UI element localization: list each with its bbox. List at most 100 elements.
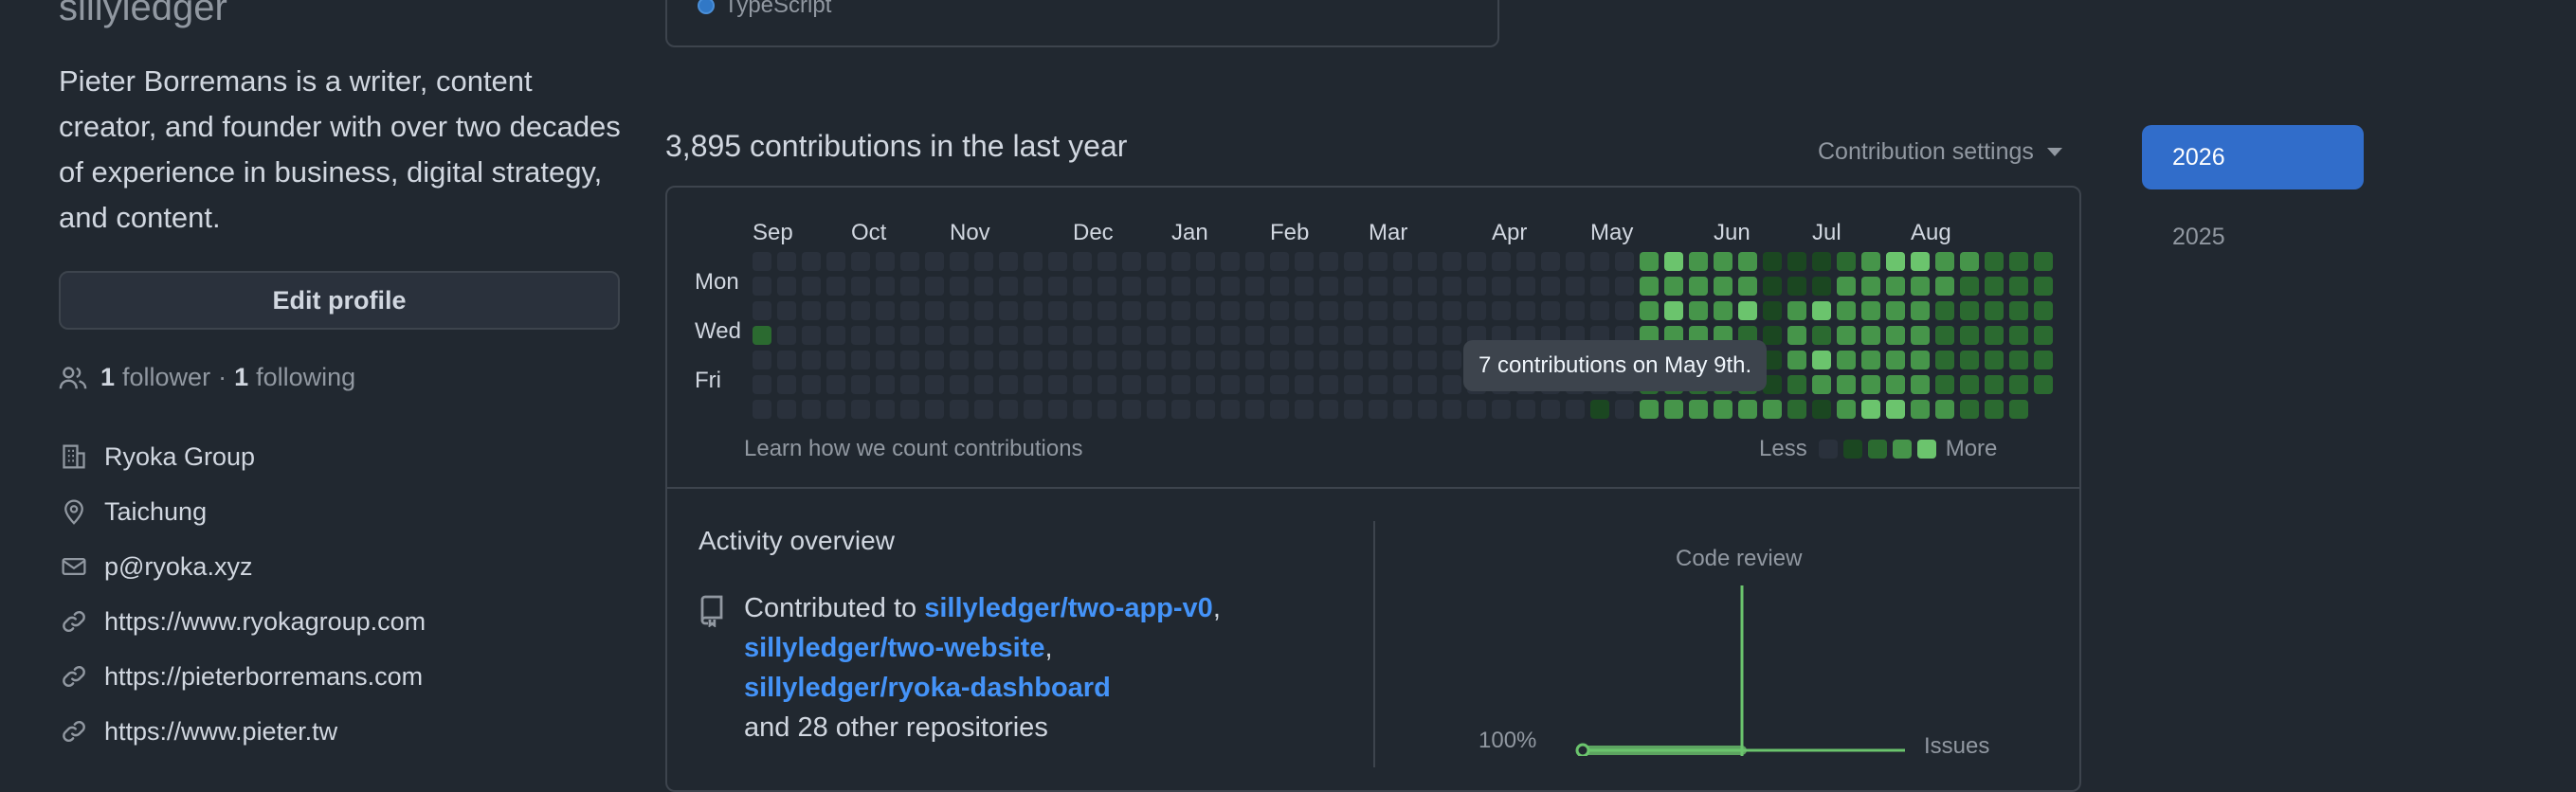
contribution-day-cell[interactable] — [1270, 277, 1289, 296]
contribution-day-cell[interactable] — [1861, 301, 1880, 320]
contribution-day-cell[interactable] — [1319, 277, 1338, 296]
contribution-day-cell[interactable] — [1886, 375, 1905, 394]
contribution-day-cell[interactable] — [1024, 252, 1043, 271]
contribution-day-cell[interactable] — [1295, 326, 1314, 345]
contribution-day-cell[interactable] — [802, 326, 821, 345]
contribution-day-cell[interactable] — [1295, 277, 1314, 296]
contribution-day-cell[interactable] — [974, 375, 993, 394]
contribution-day-cell[interactable] — [851, 351, 870, 369]
contribution-day-cell[interactable] — [2009, 252, 2028, 271]
contribution-day-cell[interactable] — [1615, 400, 1634, 419]
contribution-day-cell[interactable] — [851, 252, 870, 271]
contribution-day-cell[interactable] — [1467, 400, 1486, 419]
contribution-day-cell[interactable] — [1369, 301, 1388, 320]
contribution-day-cell[interactable] — [1098, 301, 1116, 320]
contribution-day-cell[interactable] — [1664, 301, 1683, 320]
contribution-day-cell[interactable] — [1689, 400, 1708, 419]
contribution-day-cell[interactable] — [2034, 375, 2053, 394]
contribution-day-cell[interactable] — [1048, 277, 1067, 296]
contribution-day-cell[interactable] — [1985, 301, 2004, 320]
contribution-day-cell[interactable] — [1615, 301, 1634, 320]
contribution-day-cell[interactable] — [1763, 301, 1782, 320]
contribution-day-cell[interactable] — [1541, 277, 1560, 296]
contribution-day-cell[interactable] — [1492, 400, 1511, 419]
contribution-day-cell[interactable] — [876, 277, 895, 296]
contribution-day-cell[interactable] — [1640, 301, 1659, 320]
contribution-day-cell[interactable] — [950, 301, 969, 320]
email-link[interactable]: p@ryoka.xyz — [104, 552, 252, 582]
contribution-day-cell[interactable] — [1664, 277, 1683, 296]
contribution-day-cell[interactable] — [1738, 400, 1757, 419]
contribution-day-cell[interactable] — [1122, 351, 1141, 369]
contribution-day-cell[interactable] — [974, 400, 993, 419]
contribution-day-cell[interactable] — [999, 252, 1018, 271]
contribution-day-cell[interactable] — [1171, 252, 1190, 271]
contribution-day-cell[interactable] — [1369, 252, 1388, 271]
following-count[interactable]: 1 — [234, 363, 248, 392]
contribution-day-cell[interactable] — [851, 277, 870, 296]
contribution-day-cell[interactable] — [1763, 277, 1782, 296]
contribution-day-cell[interactable] — [1245, 351, 1264, 369]
contribution-day-cell[interactable] — [802, 351, 821, 369]
contribution-day-cell[interactable] — [1344, 301, 1363, 320]
contribution-day-cell[interactable] — [1590, 301, 1609, 320]
contribution-day-cell[interactable] — [2009, 301, 2028, 320]
contribution-day-cell[interactable] — [753, 301, 771, 320]
contribution-day-cell[interactable] — [1615, 277, 1634, 296]
contribution-day-cell[interactable] — [1812, 277, 1831, 296]
contribution-day-cell[interactable] — [1787, 351, 1806, 369]
contribution-day-cell[interactable] — [1541, 301, 1560, 320]
contribution-day-cell[interactable] — [1221, 252, 1240, 271]
contribution-day-cell[interactable] — [1886, 326, 1905, 345]
contribution-day-cell[interactable] — [1590, 277, 1609, 296]
contribution-day-cell[interactable] — [1985, 400, 2004, 419]
contribution-day-cell[interactable] — [1615, 252, 1634, 271]
contribution-day-cell[interactable] — [1319, 326, 1338, 345]
contribution-day-cell[interactable] — [1147, 400, 1166, 419]
contribution-day-cell[interactable] — [950, 277, 969, 296]
learn-contributions-link[interactable]: Learn how we count contributions — [744, 436, 1083, 462]
contribution-day-cell[interactable] — [1098, 277, 1116, 296]
contribution-day-cell[interactable] — [1418, 326, 1437, 345]
contribution-day-cell[interactable] — [1837, 252, 1856, 271]
contribution-day-cell[interactable] — [1048, 400, 1067, 419]
contribution-day-cell[interactable] — [1295, 351, 1314, 369]
contribution-day-cell[interactable] — [999, 375, 1018, 394]
contribution-day-cell[interactable] — [1516, 277, 1535, 296]
contribution-day-cell[interactable] — [777, 400, 796, 419]
contribution-day-cell[interactable] — [876, 375, 895, 394]
contribution-day-cell[interactable] — [1147, 277, 1166, 296]
contribution-day-cell[interactable] — [1393, 400, 1412, 419]
contribution-day-cell[interactable] — [2034, 301, 2053, 320]
contribution-day-cell[interactable] — [876, 301, 895, 320]
contribution-day-cell[interactable] — [802, 301, 821, 320]
contribution-day-cell[interactable] — [1073, 326, 1092, 345]
contribution-day-cell[interactable] — [1714, 400, 1732, 419]
followers-link[interactable]: follower — [122, 363, 210, 392]
contribution-day-cell[interactable] — [1171, 277, 1190, 296]
contribution-day-cell[interactable] — [1590, 252, 1609, 271]
contribution-day-cell[interactable] — [1295, 375, 1314, 394]
contribution-day-cell[interactable] — [925, 400, 944, 419]
contribution-day-cell[interactable] — [753, 400, 771, 419]
contribution-day-cell[interactable] — [1640, 400, 1659, 419]
contribution-day-cell[interactable] — [1787, 301, 1806, 320]
contribution-day-cell[interactable] — [1344, 375, 1363, 394]
followers-count[interactable]: 1 — [100, 363, 115, 392]
contribution-day-cell[interactable] — [1837, 375, 1856, 394]
contribution-day-cell[interactable] — [1960, 375, 1979, 394]
contribution-day-cell[interactable] — [950, 252, 969, 271]
contribution-day-cell[interactable] — [2009, 326, 2028, 345]
contribution-day-cell[interactable] — [1098, 326, 1116, 345]
contribution-day-cell[interactable] — [1837, 351, 1856, 369]
contribution-day-cell[interactable] — [900, 252, 919, 271]
contribution-day-cell[interactable] — [1714, 277, 1732, 296]
repo-link[interactable]: sillyledger/two-website — [744, 633, 1044, 663]
contribution-day-cell[interactable] — [1787, 375, 1806, 394]
contribution-day-cell[interactable] — [1861, 375, 1880, 394]
contribution-day-cell[interactable] — [777, 301, 796, 320]
contribution-day-cell[interactable] — [925, 252, 944, 271]
contribution-day-cell[interactable] — [1985, 375, 2004, 394]
contribution-day-cell[interactable] — [1985, 351, 2004, 369]
contribution-day-cell[interactable] — [999, 326, 1018, 345]
